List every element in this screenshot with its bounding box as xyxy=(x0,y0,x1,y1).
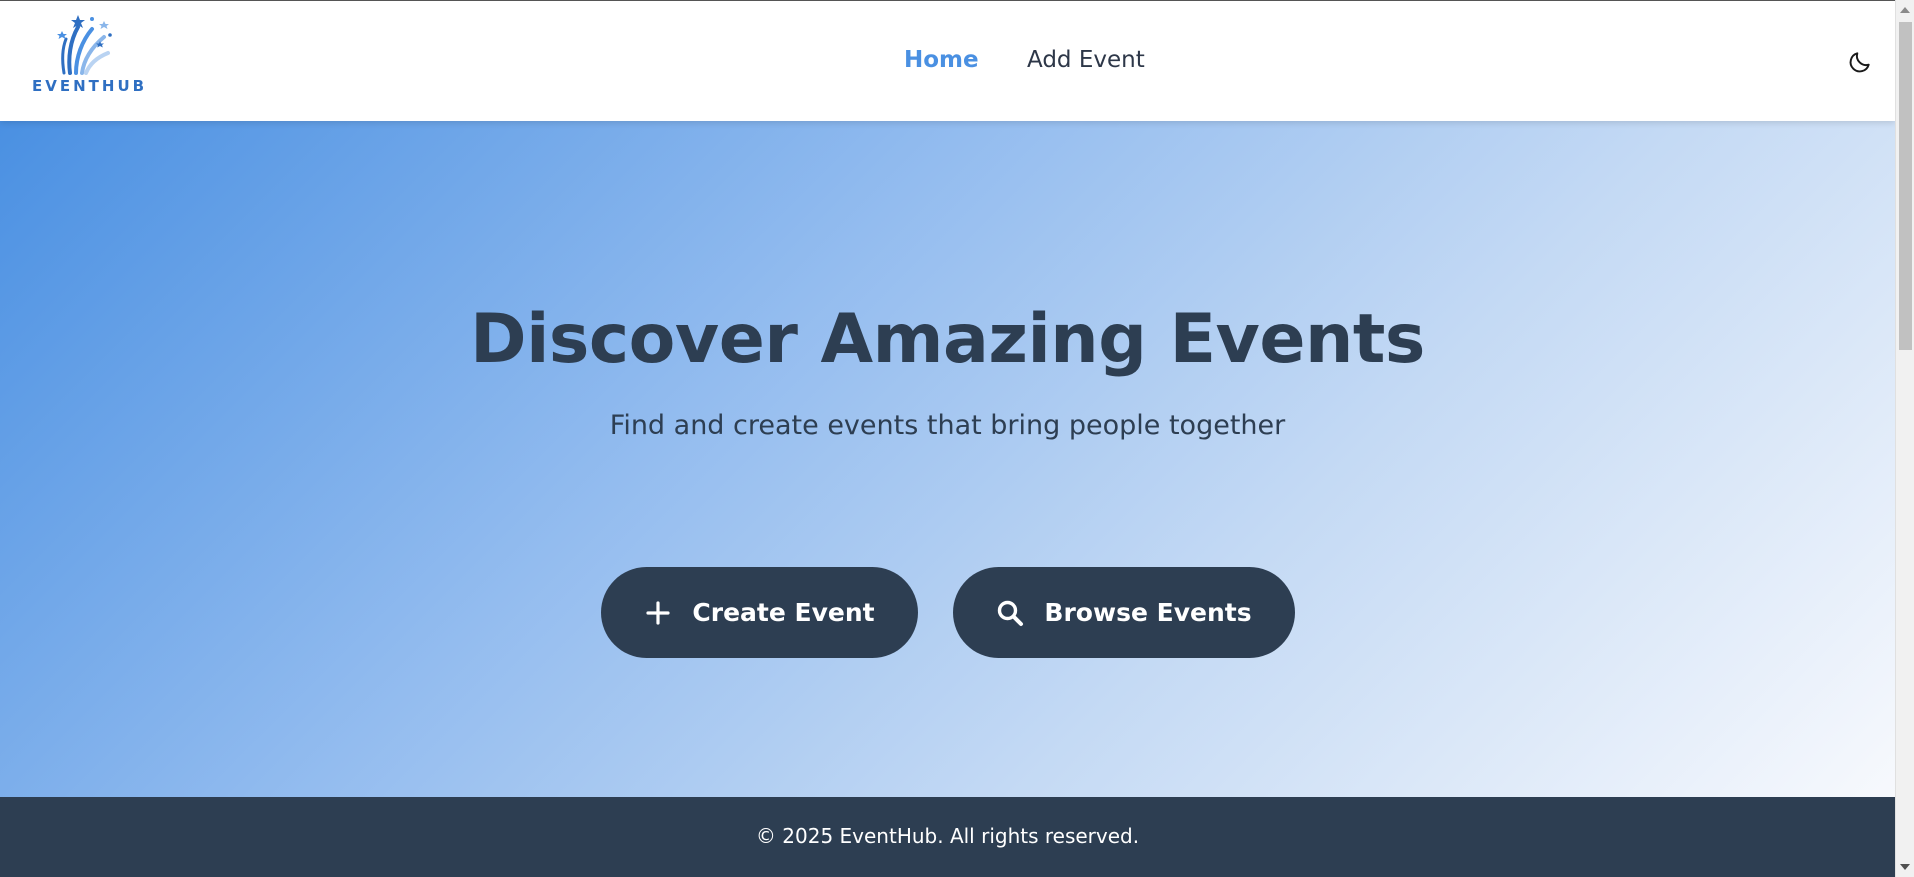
nav-link-add-event[interactable]: Add Event xyxy=(1027,47,1145,73)
footer-copyright: © 2025 EventHub. All rights reserved. xyxy=(755,824,1140,848)
browse-events-button[interactable]: Browse Events xyxy=(953,567,1295,658)
main-nav: Home Add Event xyxy=(0,47,1895,81)
page-scrollbar[interactable] xyxy=(1895,0,1914,877)
scrollbar-thumb[interactable] xyxy=(1899,22,1912,350)
moon-icon xyxy=(1849,52,1870,73)
nav-link-home[interactable]: Home xyxy=(904,47,979,73)
page-viewport: EVENTHUB Home Add Event Discover Amazing… xyxy=(0,0,1895,877)
plus-icon xyxy=(644,599,672,627)
scroll-up-arrow-icon[interactable] xyxy=(1900,7,1910,13)
hero-section: Discover Amazing Events Find and create … xyxy=(0,121,1895,797)
create-event-label: Create Event xyxy=(692,598,875,627)
site-footer: © 2025 EventHub. All rights reserved. xyxy=(0,797,1895,877)
search-icon xyxy=(996,599,1024,627)
site-header: EVENTHUB Home Add Event xyxy=(0,0,1895,121)
hero-subtitle: Find and create events that bring people… xyxy=(609,410,1286,441)
browse-events-label: Browse Events xyxy=(1044,598,1252,627)
hero-title: Discover Amazing Events xyxy=(470,300,1425,379)
scroll-down-arrow-icon[interactable] xyxy=(1900,864,1910,870)
theme-toggle-button[interactable] xyxy=(1847,49,1873,75)
create-event-button[interactable]: Create Event xyxy=(601,567,918,658)
